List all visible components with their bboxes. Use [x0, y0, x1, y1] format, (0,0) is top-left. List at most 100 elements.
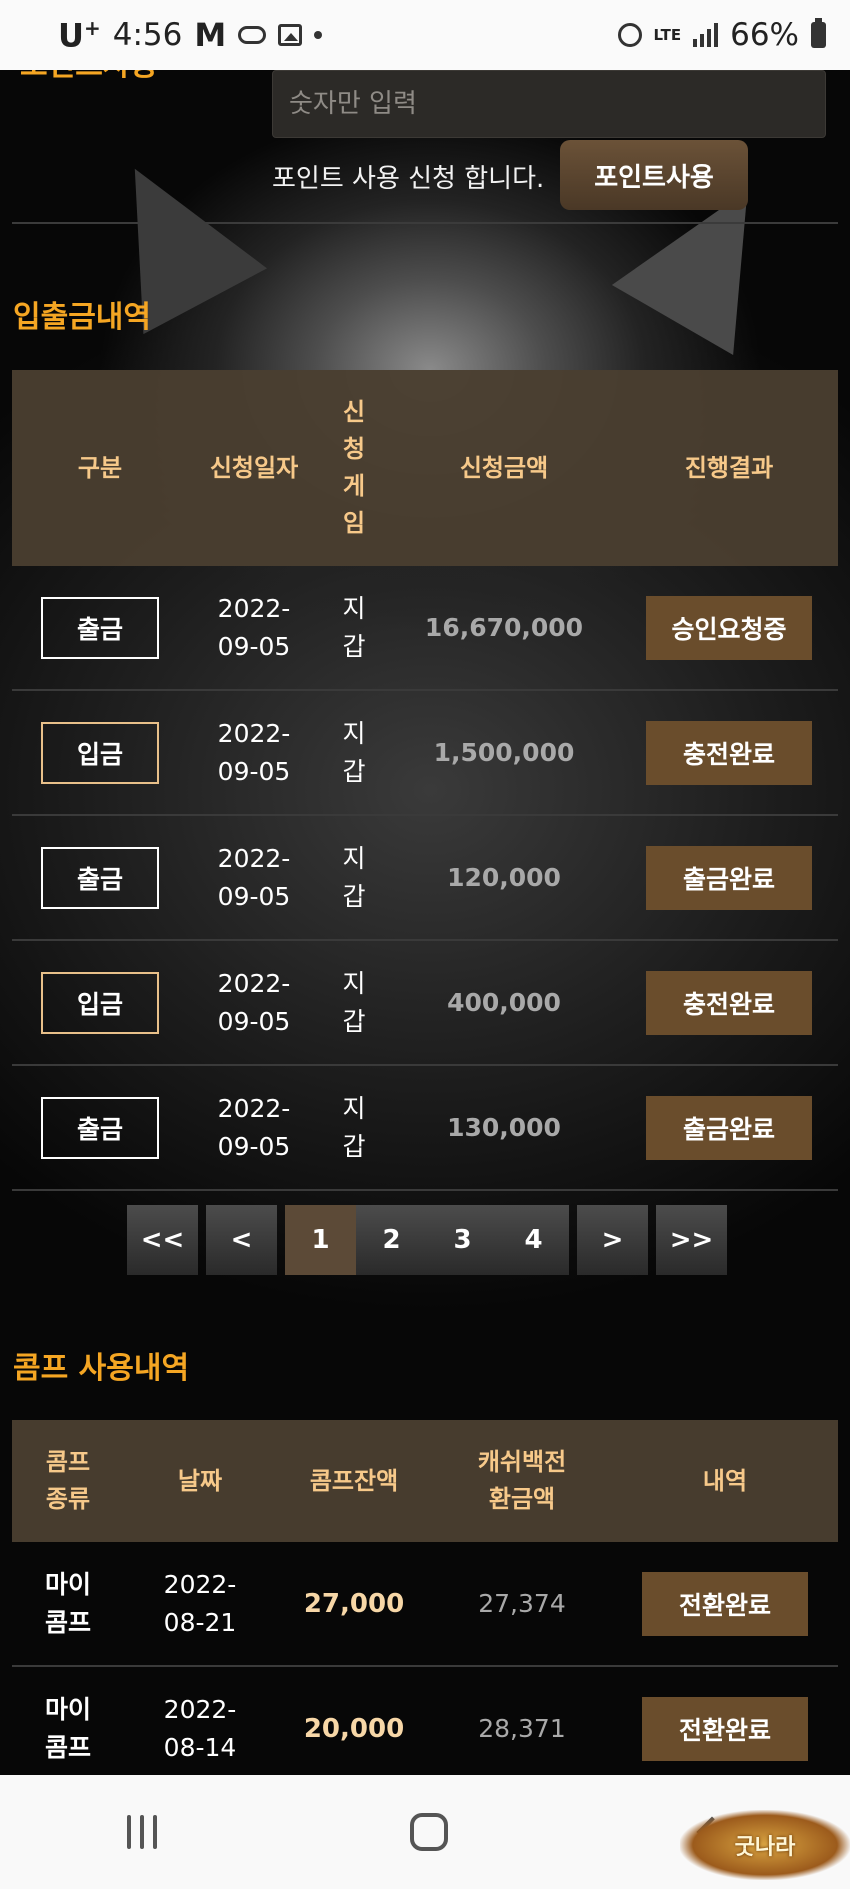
game-cell: 지갑: [342, 1093, 366, 1161]
type-cell: 출금: [12, 1096, 188, 1159]
page-prev-button[interactable]: <: [206, 1205, 277, 1275]
result-cell: 출금완료: [620, 845, 838, 910]
page-3-button[interactable]: 3: [427, 1205, 498, 1275]
type-badge[interactable]: 출금: [41, 1096, 159, 1159]
type-badge[interactable]: 입금: [41, 971, 159, 1034]
alarm-icon: [617, 23, 642, 47]
comp-header: 콤프종류 날짜 콤프잔액 캐쉬백전환금액 내역: [12, 1420, 838, 1542]
comp-title: 콤프 사용내역: [13, 1351, 190, 1386]
game-cell: 지갑: [342, 968, 366, 1036]
carrier-label: U+: [58, 15, 101, 55]
comp-type-cell: 마이콤프: [44, 1569, 91, 1637]
gmail-icon: M: [194, 16, 227, 54]
header-game: 신청게임: [342, 398, 366, 537]
date-cell: 2022-09-05: [217, 718, 291, 786]
result-cell: 출금완료: [620, 1095, 838, 1160]
header-comp-detail: 내역: [702, 1466, 748, 1495]
clock: 4:56: [112, 17, 183, 53]
header-comp-balance: 콤프잔액: [309, 1466, 399, 1495]
game-cell: 지갑: [342, 718, 366, 786]
comp-type-cell: 마이콤프: [44, 1694, 91, 1762]
more-notifications-icon: [314, 31, 323, 39]
date-cell: 2022-09-05: [217, 843, 291, 911]
comp-table: 콤프종류 날짜 콤프잔액 캐쉬백전환금액 내역 마이콤프 2022-08-21 27…: [12, 1420, 838, 1792]
header-comp-date: 날짜: [177, 1466, 223, 1495]
point-use-button[interactable]: 포인트사용: [560, 140, 748, 210]
status-button[interactable]: 전환완료: [642, 1571, 808, 1636]
table-row: 입금 2022-09-05 지갑 1,500,000 충전완료: [12, 691, 838, 816]
amount-cell: 400,000: [447, 988, 561, 1017]
point-amount-input[interactable]: [272, 70, 826, 138]
battery-icon: [811, 18, 826, 48]
table-row: 입금 2022-09-05 지갑 400,000 충전완료: [12, 941, 838, 1066]
result-cell: 충전완료: [620, 970, 838, 1035]
transactions-header: 구분 신청일자 신청게임 신청금액 진행결과: [12, 370, 838, 566]
date-cell: 2022-09-05: [217, 593, 291, 661]
logo-text: 굿나라: [734, 1835, 796, 1860]
header-type: 구분: [77, 453, 123, 482]
gallery-icon: [278, 24, 303, 46]
type-badge[interactable]: 출금: [41, 846, 159, 909]
section-divider: [12, 222, 838, 224]
header-comp-type: 콤프종류: [45, 1448, 91, 1513]
comp-balance-cell: 20,000: [303, 1713, 405, 1744]
result-cell: 충전완료: [620, 720, 838, 785]
type-cell: 입금: [12, 971, 188, 1034]
transactions-table: 구분 신청일자 신청게임 신청금액 진행결과 출금 2022-09-05 지갑 16,…: [12, 370, 838, 1191]
amount-cell: 16,670,000: [424, 613, 584, 642]
header-amount: 신청금액: [459, 453, 549, 482]
status-bar: U+ 4:56 M LTE 66%: [0, 0, 850, 70]
type-badge[interactable]: 출금: [41, 596, 159, 659]
status-left: U+ 4:56 M: [58, 15, 323, 55]
status-button[interactable]: 출금완료: [646, 845, 812, 910]
table-row: 마이콤프 2022-08-21 27,000 27,374 전환완료: [12, 1542, 838, 1667]
page-4-button[interactable]: 4: [498, 1205, 569, 1275]
header-comp-cashback: 캐쉬백전환금액: [477, 1448, 567, 1513]
table-row: 출금 2022-09-05 지갑 16,670,000 승인요청중: [12, 566, 838, 691]
page-first-button[interactable]: <<: [127, 1205, 198, 1275]
status-right: LTE 66%: [617, 17, 826, 53]
lte-icon: LTE: [653, 25, 682, 44]
point-request-label: 포인트 사용 신청 합니다.: [272, 164, 545, 194]
table-row: 출금 2022-09-05 지갑 120,000 출금완료: [12, 816, 838, 941]
page-2-button[interactable]: 2: [356, 1205, 427, 1275]
comp-balance-cell: 27,000: [303, 1588, 405, 1619]
page-next-button[interactable]: >: [577, 1205, 648, 1275]
status-button[interactable]: 전환완료: [642, 1696, 808, 1761]
transactions-body: 출금 2022-09-05 지갑 16,670,000 승인요청중입금 2022-09-0…: [12, 566, 838, 1191]
table-row: 마이콤프 2022-08-14 20,000 28,371 전환완료: [12, 1667, 838, 1792]
result-cell: 전환완료: [612, 1571, 838, 1636]
cashback-cell: 28,371: [478, 1714, 566, 1743]
cashback-cell: 27,374: [478, 1589, 566, 1618]
page-1-button[interactable]: 1: [285, 1205, 356, 1275]
game-cell: 지갑: [342, 593, 366, 661]
amount-cell: 130,000: [447, 1113, 561, 1142]
pagination: << < 1 2 3 4 > >>: [127, 1205, 727, 1275]
type-cell: 출금: [12, 846, 188, 909]
home-icon[interactable]: [409, 1813, 448, 1851]
battery-percent: 66%: [730, 17, 799, 53]
status-button[interactable]: 충전완료: [646, 970, 812, 1035]
result-cell: 승인요청중: [620, 595, 838, 660]
page-number-group: 1 2 3 4: [285, 1205, 569, 1275]
page-last-button[interactable]: >>: [656, 1205, 727, 1275]
recent-apps-icon[interactable]: [126, 1815, 157, 1849]
game-cell: 지갑: [342, 843, 366, 911]
type-cell: 입금: [12, 721, 188, 784]
result-cell: 전환완료: [612, 1696, 838, 1761]
type-badge[interactable]: 입금: [41, 721, 159, 784]
date-cell: 2022-08-14: [163, 1694, 237, 1762]
status-button[interactable]: 충전완료: [646, 720, 812, 785]
comp-body: 마이콤프 2022-08-21 27,000 27,374 전환완료 마이콤프 2022-0…: [12, 1542, 838, 1792]
signal-icon: [693, 23, 719, 47]
date-cell: 2022-08-21: [163, 1569, 237, 1637]
site-logo[interactable]: 굿나라: [680, 1810, 850, 1880]
date-cell: 2022-09-05: [217, 968, 291, 1036]
header-result: 진행결과: [684, 453, 774, 482]
status-button[interactable]: 승인요청중: [646, 595, 812, 660]
table-row: 출금 2022-09-05 지갑 130,000 출금완료: [12, 1066, 838, 1191]
transactions-title: 입출금내역: [13, 300, 151, 335]
amount-cell: 1,500,000: [433, 738, 575, 767]
amount-cell: 120,000: [447, 863, 561, 892]
status-button[interactable]: 출금완료: [646, 1095, 812, 1160]
